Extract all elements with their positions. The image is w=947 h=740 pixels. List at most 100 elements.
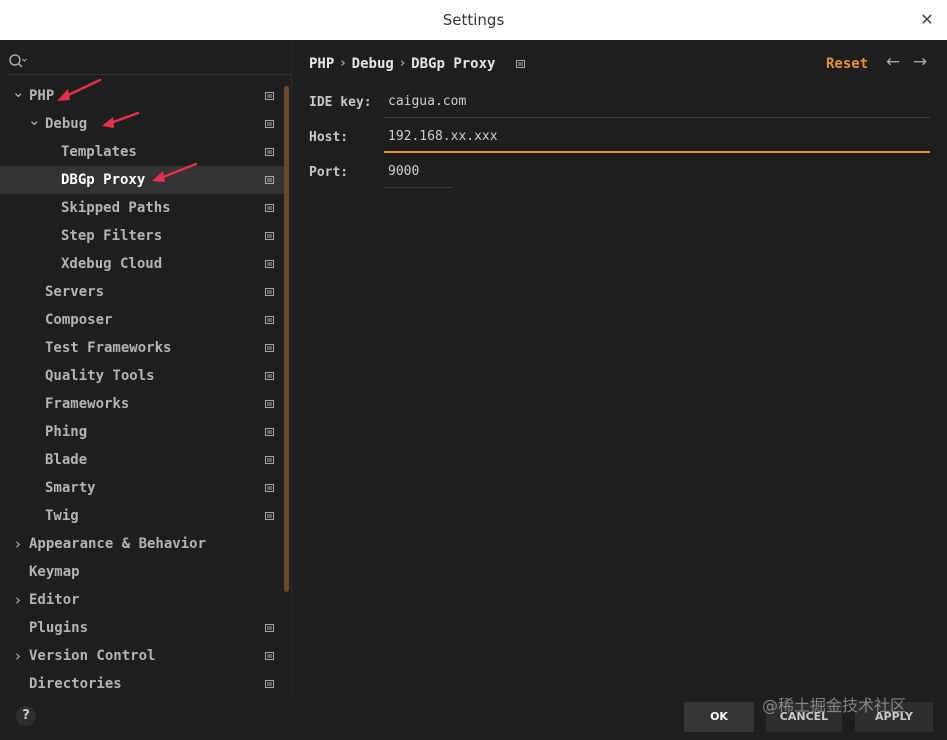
search-input[interactable]: [32, 52, 282, 72]
sidebar-item[interactable]: ⌄ PHP: [0, 82, 284, 110]
sidebar-item-label: Smarty: [45, 480, 96, 496]
sidebar-item[interactable]: Twig: [0, 502, 284, 530]
breadcrumb-item-php[interactable]: PHP: [309, 54, 334, 74]
breadcrumb-item-debug[interactable]: Debug: [352, 54, 394, 74]
ide-key-input[interactable]: [384, 88, 930, 114]
page-icon: [265, 652, 274, 660]
sidebar-item-label: Xdebug Cloud: [61, 256, 163, 272]
settings-search[interactable]: [6, 52, 292, 75]
sidebar-item-label: Frameworks: [45, 396, 130, 412]
sidebar-item-label: Skipped Paths: [61, 200, 171, 216]
host-input[interactable]: [384, 123, 930, 149]
host-label: Host:: [309, 130, 349, 145]
sidebar-item-label: Debug: [45, 116, 88, 132]
page-icon: [265, 176, 274, 184]
sidebar-item[interactable]: DBGp Proxy: [0, 166, 284, 194]
ide-key-label: IDE key:: [309, 95, 372, 110]
ok-button[interactable]: OK: [684, 702, 754, 732]
search-underline: [6, 74, 292, 75]
sidebar-item-label: Step Filters: [61, 228, 163, 244]
title-bar: Settings ✕: [0, 0, 947, 40]
host-field[interactable]: [384, 123, 930, 153]
page-icon: [265, 148, 274, 156]
page-icon: [265, 484, 274, 492]
page-icon: [265, 428, 274, 436]
close-icon[interactable]: ✕: [917, 10, 937, 30]
sidebar-item[interactable]: ⌄ Debug: [0, 110, 284, 138]
sidebar-item-label: Templates: [61, 144, 137, 160]
page-icon: [265, 288, 274, 296]
sidebar-item[interactable]: Phing: [0, 418, 284, 446]
page-icon: [265, 624, 274, 632]
search-icon: [9, 54, 27, 68]
page-icon: [265, 232, 274, 240]
back-arrow-icon[interactable]: ←: [883, 52, 903, 72]
sidebar-item[interactable]: Templates: [0, 138, 284, 166]
red-arrow-icon: [152, 162, 198, 182]
breadcrumb-item-dbgp-proxy: DBGp Proxy: [411, 56, 496, 72]
sidebar-item[interactable]: Plugins: [0, 614, 284, 642]
page-icon: [515, 60, 525, 68]
sidebar-scrollbar[interactable]: [284, 86, 289, 592]
settings-content: PHP › Debug › DBGp Proxy Reset ← → IDE key: …: [293, 40, 947, 692]
port-field[interactable]: [384, 158, 452, 188]
help-icon[interactable]: ?: [16, 706, 36, 726]
settings-sidebar: ⌄ PHP ⌄ Debug Templates DBGp Proxy Skipped Pat…: [0, 40, 292, 692]
chevron-down-icon[interactable]: ⌄: [12, 82, 25, 110]
page-icon: [265, 512, 274, 520]
page-icon: [265, 120, 274, 128]
sidebar-item[interactable]: › Version Control: [0, 642, 284, 670]
sidebar-item[interactable]: Step Filters: [0, 222, 284, 250]
reset-button[interactable]: Reset: [826, 54, 868, 74]
chevron-right-icon[interactable]: ›: [12, 586, 24, 614]
sidebar-item-label: Blade: [45, 452, 88, 468]
port-label: Port:: [309, 165, 349, 180]
sidebar-item[interactable]: Keymap: [0, 558, 284, 586]
sidebar-item[interactable]: › Editor: [0, 586, 284, 614]
sidebar-item[interactable]: Xdebug Cloud: [0, 250, 284, 278]
chevron-right-icon[interactable]: ›: [12, 530, 24, 558]
page-icon: [265, 456, 274, 464]
sidebar-item[interactable]: Composer: [0, 306, 284, 334]
page-icon: [265, 92, 274, 100]
breadcrumb: PHP › Debug › DBGp Proxy: [309, 54, 525, 74]
apply-button[interactable]: APPLY: [855, 702, 933, 732]
chevron-down-icon[interactable]: ⌄: [28, 110, 41, 138]
red-arrow-icon: [102, 111, 140, 128]
page-icon: [265, 680, 274, 688]
sidebar-item-label: Version Control: [29, 648, 156, 664]
port-underline: [384, 187, 452, 188]
dialog-footer: ? OK CANCEL APPLY @稀土掘金技术社区: [0, 692, 947, 740]
sidebar-item[interactable]: Smarty: [0, 474, 284, 502]
sidebar-item-label: Quality Tools: [45, 368, 155, 384]
breadcrumb-separator: ›: [399, 56, 406, 71]
sidebar-item[interactable]: Skipped Paths: [0, 194, 284, 222]
ide-key-field[interactable]: [384, 88, 930, 118]
cancel-button[interactable]: CANCEL: [766, 702, 842, 732]
sidebar-item-label: DBGp Proxy: [61, 172, 146, 188]
sidebar-item-label: Keymap: [29, 564, 80, 580]
forward-arrow-icon[interactable]: →: [910, 52, 930, 72]
page-icon: [265, 372, 274, 380]
page-icon: [265, 400, 274, 408]
sidebar-item[interactable]: › Appearance & Behavior: [0, 530, 284, 558]
red-arrow-icon: [57, 78, 102, 101]
sidebar-item-label: Appearance & Behavior: [29, 536, 207, 552]
sidebar-item[interactable]: Test Frameworks: [0, 334, 284, 362]
sidebar-item-label: PHP: [29, 88, 55, 104]
chevron-right-icon[interactable]: ›: [12, 642, 24, 670]
port-input[interactable]: [384, 158, 452, 184]
page-icon: [265, 316, 274, 324]
window-title: Settings: [442, 11, 505, 29]
page-icon: [265, 204, 274, 212]
sidebar-item[interactable]: Servers: [0, 278, 284, 306]
sidebar-item-label: Phing: [45, 424, 88, 440]
sidebar-item-label: Servers: [45, 284, 105, 300]
sidebar-item[interactable]: Frameworks: [0, 390, 284, 418]
settings-tree: ⌄ PHP ⌄ Debug Templates DBGp Proxy Skipped Pat…: [0, 82, 284, 698]
sidebar-item[interactable]: Quality Tools: [0, 362, 284, 390]
sidebar-item-label: Composer: [45, 312, 113, 328]
sidebar-item[interactable]: Blade: [0, 446, 284, 474]
sidebar-item-label: Test Frameworks: [45, 340, 172, 356]
sidebar-item-label: Twig: [45, 508, 79, 524]
